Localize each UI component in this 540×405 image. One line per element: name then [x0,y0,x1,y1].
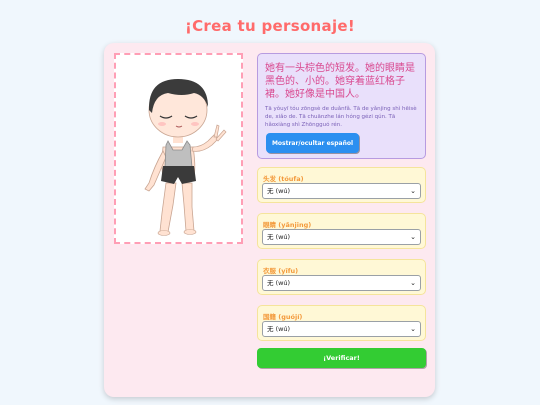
chevron-down-icon: ⌄ [410,233,416,241]
eyes-select-value: 无 (wú) [267,233,291,241]
nationality-select[interactable]: 无 (wú) ⌄ [262,321,421,337]
description-panel: 她有一头棕色的短发。她的眼睛是黑色的、小的。她穿着蓝红格子裙。她好像是中国人。 … [257,53,426,159]
chevron-down-icon: ⌄ [410,279,416,287]
description-pinyin: Tā yǒuyī tóu zōngsè de duǎnfǎ. Tā de yǎn… [265,106,417,128]
chevron-down-icon: ⌄ [410,187,416,195]
clothes-select-value: 无 (wú) [267,279,291,287]
character-card: 她有一头棕色的短发。她的眼睛是黑色的、小的。她穿着蓝红格子裙。她好像是中国人。 … [104,43,435,397]
chibi-character-illustration [144,79,227,236]
field-eyes: 眼睛 (yǎnjing) 无 (wú) ⌄ [257,213,426,249]
field-eyes-label: 眼睛 (yǎnjing) [263,221,312,229]
hair-select-value: 无 (wú) [267,187,291,195]
field-nationality-label: 国籍 (guójí) [263,313,303,321]
clothes-select[interactable]: 无 (wú) ⌄ [262,275,421,291]
verify-button[interactable]: ¡Verificar! [257,348,426,368]
nationality-select-value: 无 (wú) [267,325,291,333]
chevron-down-icon: ⌄ [410,325,416,333]
page-title: ¡Crea tu personaje! [184,17,356,35]
description-chinese: 她有一头棕色的短发。她的眼睛是黑色的、小的。她穿着蓝红格子裙。她好像是中国人。 [265,63,415,100]
field-hair-label: 头发 (tóufa) [263,175,304,183]
character-portrait [114,53,243,244]
field-nationality: 国籍 (guójí) 无 (wú) ⌄ [257,305,426,341]
field-hair: 头发 (tóufa) 无 (wú) ⌄ [257,167,426,203]
field-clothes-label: 衣服 (yīfu) [263,267,299,275]
hair-select[interactable]: 无 (wú) ⌄ [262,183,421,199]
eyes-select[interactable]: 无 (wú) ⌄ [262,229,421,245]
toggle-spanish-button[interactable]: Mostrar/ocultar español [266,133,359,153]
field-clothes: 衣服 (yīfu) 无 (wú) ⌄ [257,259,426,295]
